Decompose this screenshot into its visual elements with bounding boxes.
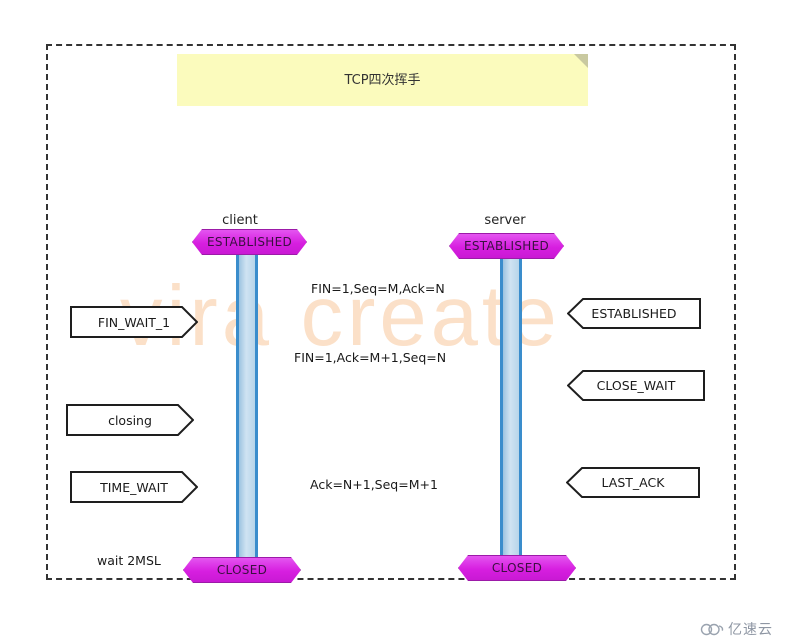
message-label-2: FIN=1,Ack=M+1,Seq=N [294,350,447,365]
note-client-fin-wait-1: FIN_WAIT_1 [70,306,198,338]
site-logo: 亿速云 [700,619,773,639]
note-label: ESTABLISHED [591,306,677,321]
state-server-established: ESTABLISHED [449,233,564,259]
note-label: closing [108,412,152,428]
note-label: CLOSE_WAIT [596,378,676,393]
diagram-title-banner: TCP四次挥手 [177,54,588,106]
message-label-1: FIN=1,Seq=M,Ack=N [311,281,445,296]
message-label-3: Ack=N+1,Seq=M+1 [310,477,438,492]
note-server-established: ESTABLISHED [567,298,701,329]
note-server-close-wait: CLOSE_WAIT [567,370,705,401]
note-label: LAST_ACK [601,475,665,490]
banner-fold-corner [574,54,588,68]
note-label: TIME_WAIT [100,479,168,495]
activation-bar-client [236,255,258,560]
note-label: FIN_WAIT_1 [97,314,171,330]
note-server-last-ack: LAST_ACK [566,467,700,498]
lifeline-label-server: server [484,213,526,228]
state-client-established: ESTABLISHED [192,229,307,255]
note-client-closing: closing [66,404,194,436]
state-server-closed: CLOSED [458,555,576,581]
note-client-time-wait: TIME_WAIT [70,471,198,503]
diagram-title: TCP四次挥手 [344,73,421,88]
annotation-wait-2msl: wait 2MSL [97,553,161,568]
state-client-closed: CLOSED [183,557,301,583]
cloud-icon [700,623,724,636]
activation-bar-server [500,258,522,558]
logo-text: 亿速云 [728,622,773,638]
lifeline-label-client: client [222,213,258,228]
